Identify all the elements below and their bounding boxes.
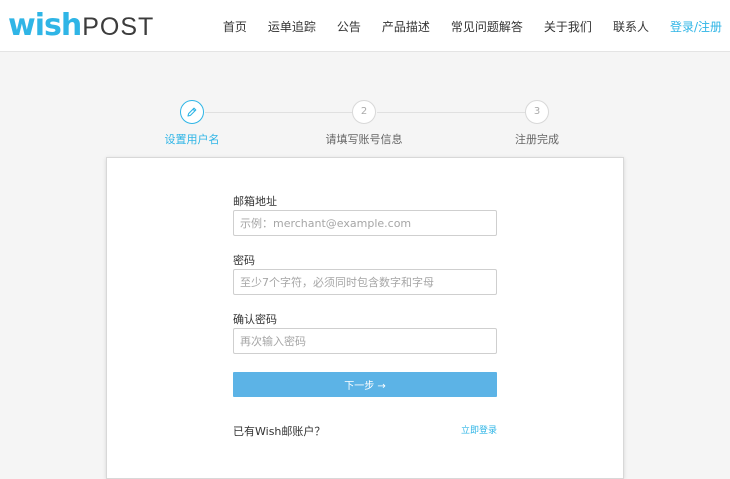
password-label: 密码: [233, 254, 255, 267]
registration-card: 邮箱地址 密码 确认密码 下一步 → 已有Wish邮账户？ 立即登录: [106, 157, 624, 479]
step-1-circle: [180, 100, 204, 124]
email-input[interactable]: [233, 210, 497, 236]
nav-about-us[interactable]: 关于我们: [544, 18, 592, 35]
step-1-label: 设置用户名: [164, 133, 220, 146]
registration-steps: 2 3 设置用户名 请填写账号信息 注册完成: [0, 96, 730, 146]
main-nav: 首页 运单追踪 公告 产品描述 常见问题解答 关于我们 联系人 登录/注册: [202, 0, 722, 52]
nav-announcements[interactable]: 公告: [337, 18, 361, 35]
password-input[interactable]: [233, 269, 497, 295]
nav-product-description[interactable]: 产品描述: [382, 18, 430, 35]
step-connector-2: [377, 112, 525, 113]
nav-faq[interactable]: 常见问题解答: [451, 18, 523, 35]
has-account-text: 已有Wish邮账户？: [233, 425, 326, 438]
logo-post-text: POST: [82, 13, 155, 41]
logo-wish-text: wish: [8, 8, 82, 43]
pencil-icon: [187, 107, 197, 117]
nav-home[interactable]: 首页: [223, 18, 247, 35]
nav-contact[interactable]: 联系人: [613, 18, 649, 35]
nav-login-register[interactable]: 登录/注册: [670, 18, 722, 35]
step-connector-1: [205, 112, 352, 113]
email-label: 邮箱地址: [233, 195, 277, 208]
step-2-label: 请填写账号信息: [325, 133, 403, 146]
step-3-label: 注册完成: [515, 133, 559, 146]
step-3-circle: 3: [525, 100, 549, 124]
confirm-password-input[interactable]: [233, 328, 497, 354]
nav-tracking[interactable]: 运单追踪: [268, 18, 316, 35]
confirm-password-label: 确认密码: [233, 313, 277, 326]
next-step-button[interactable]: 下一步 →: [233, 372, 497, 397]
top-header: wish POST 首页 运单追踪 公告 产品描述 常见问题解答 关于我们 联系…: [0, 0, 730, 52]
step-2-circle: 2: [352, 100, 376, 124]
wishpost-logo[interactable]: wish POST: [8, 6, 154, 46]
login-now-link[interactable]: 立即登录: [461, 423, 497, 436]
